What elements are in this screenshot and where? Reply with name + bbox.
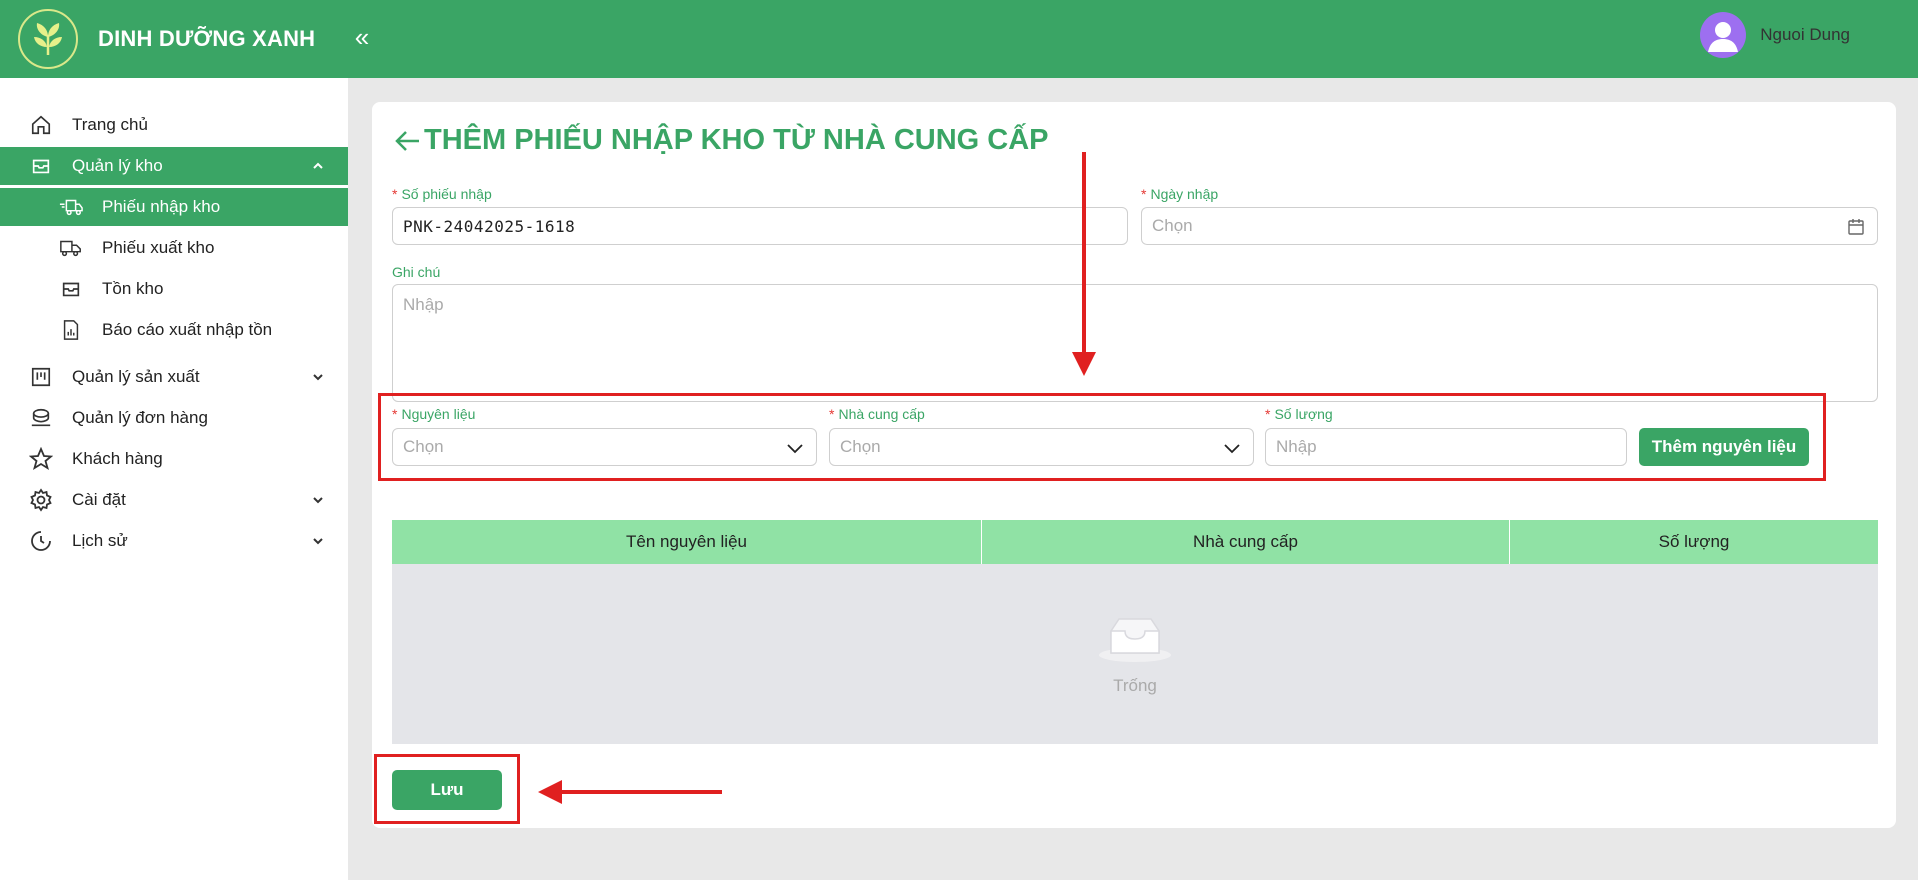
arrow-left-annotation-icon <box>538 780 722 804</box>
arrow-down-icon <box>1072 152 1096 376</box>
annotation-arrows <box>538 152 1096 804</box>
